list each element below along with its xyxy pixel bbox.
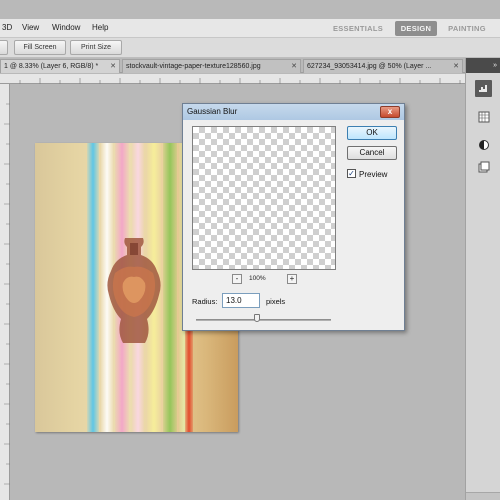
tab-label: stockvault-vintage-paper-texture128560.j… [126,63,261,70]
close-icon[interactable]: ✕ [453,60,459,73]
vertical-ruler [0,84,10,500]
tab-vintage-paper[interactable]: stockvault-vintage-paper-texture128560.j… [122,59,301,73]
actual-pixels-button[interactable] [0,40,8,55]
menu-3d[interactable]: 3D [2,23,12,32]
workspace-design[interactable]: DESIGN [395,21,437,36]
histogram-icon[interactable] [475,80,492,97]
menu-help[interactable]: Help [92,23,108,32]
tab-627234[interactable]: 627234_93053414.jpg @ 50% (Layer ... ✕ [303,59,463,73]
radius-slider-track[interactable] [196,319,331,321]
resize-grip[interactable] [466,492,500,500]
close-icon[interactable]: ✕ [110,60,116,73]
radius-slider-thumb[interactable] [253,314,260,322]
ok-button[interactable]: OK [347,126,397,140]
right-panel-dock: » [465,58,500,500]
ruler-ticks [4,103,10,485]
preview-label[interactable]: Preview [359,170,387,179]
menu-view[interactable]: View [22,23,39,32]
zoom-out-button[interactable]: - [232,274,242,284]
tab-label: 1 @ 8.33% (Layer 6, RGB/8) * [4,63,99,70]
swatches-icon[interactable] [475,108,492,125]
document-tab-bar: 1 @ 8.33% (Layer 6, RGB/8) * ✕ stockvaul… [0,58,465,73]
print-size-button[interactable]: Print Size [70,40,122,55]
close-icon[interactable]: ✕ [291,60,297,73]
preview-checkbox[interactable]: ✓ [347,169,356,178]
tab-document-1[interactable]: 1 @ 8.33% (Layer 6, RGB/8) * ✕ [0,59,120,73]
fill-screen-button[interactable]: Fill Screen [14,40,66,55]
menu-window[interactable]: Window [52,23,80,32]
workspace-painting[interactable]: PAINTING [442,21,492,36]
tab-label: 627234_93053414.jpg @ 50% (Layer ... [307,63,432,70]
workspace-essentials[interactable]: ESSENTIALS [328,21,388,36]
zoom-in-button[interactable]: + [287,274,297,284]
panel-collapse-button[interactable]: » [466,58,500,73]
zoom-level: 100% [249,275,266,282]
layers-icon[interactable] [475,158,492,175]
radius-label: Radius: [192,297,218,306]
menubar: 3D View Window Help ESSENTIALS DESIGN PA… [0,19,500,38]
preview-area[interactable] [192,126,336,270]
radius-unit: pixels [266,297,286,306]
dialog-title[interactable]: Gaussian Blur [183,104,404,120]
options-bar: Fill Screen Print Size [0,38,500,58]
horizontal-ruler [0,74,465,84]
adjustments-icon[interactable] [475,136,492,153]
close-button[interactable]: x [380,106,400,118]
gaussian-blur-dialog: Gaussian Blur x - 100% + Radius: 13.0 pi… [182,103,405,331]
radius-input[interactable]: 13.0 [222,293,260,308]
cancel-button[interactable]: Cancel [347,146,397,160]
ruler-ticks [19,78,461,84]
